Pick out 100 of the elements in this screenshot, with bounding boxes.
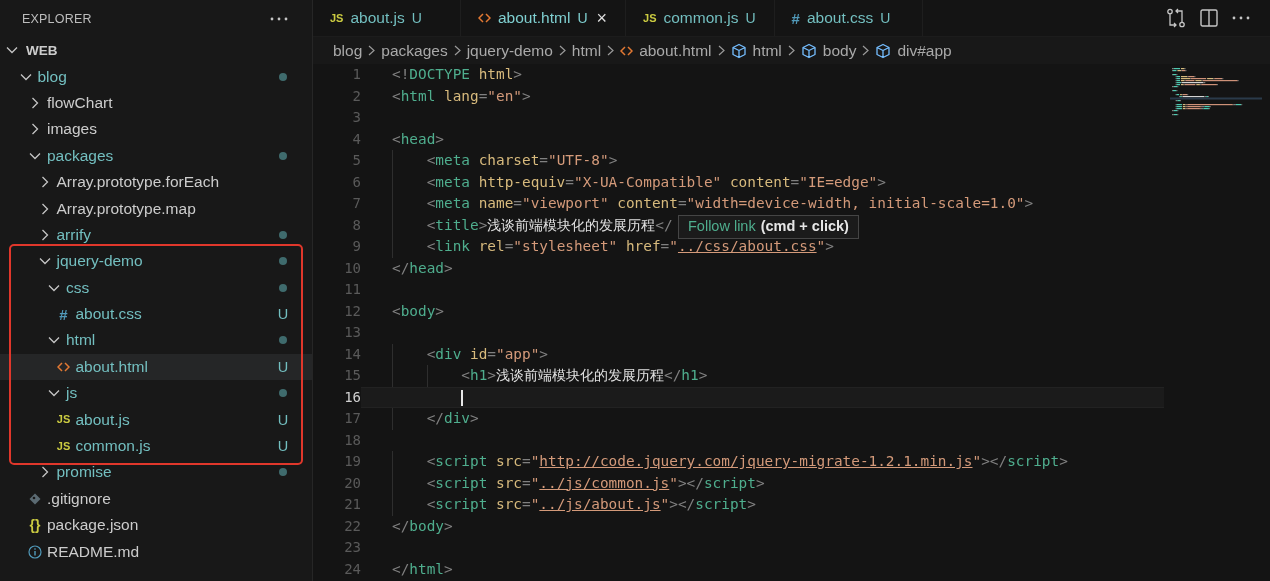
chevron-right-icon [862,45,870,56]
code-line: <div id="app"> [425,345,548,362]
code-line: <script src="../js/common.js"></script> [425,474,765,491]
folder-item[interactable]: html [0,327,312,354]
line-number: 13 [343,323,361,342]
chevron-right-icon [607,45,615,56]
folder-item[interactable]: blog [0,63,312,90]
link-text[interactable]: ../css/about.css [677,238,817,254]
code-brackets-icon [620,45,634,56]
folder-item[interactable]: promise [0,459,312,486]
chevron-down-icon [38,257,51,266]
css-file-icon: # [791,10,800,26]
link-text[interactable]: ../js/about.js [539,496,661,512]
file-item[interactable]: .gitignore [0,485,312,513]
line-number: 19 [343,452,361,471]
line-number: 15 [343,366,361,385]
chevron-right-icon [40,228,49,241]
code-line: </div> [425,410,479,426]
js-file-icon: JS [643,12,657,24]
tooltip-hint: (cmd + click) [760,216,849,236]
code-line: <body> [392,302,444,319]
chevron-right-icon [787,45,795,56]
breadcrumb-item[interactable]: html [571,41,602,60]
line-number: 22 [343,516,361,536]
git-status-label: U [277,306,289,323]
more-icon [270,16,288,21]
chevron-right-icon [31,123,39,136]
line-number: 2 [351,86,361,106]
breadcrumb-item[interactable]: body [822,41,857,60]
chevron-right-icon [717,45,725,56]
code-line: <meta charset="UTF-8"> [425,152,618,168]
breadcrumb-item[interactable]: about.html [639,41,712,60]
file-item[interactable]: JS common.js U [0,432,312,460]
chevron-right-icon [40,202,49,215]
folder-item[interactable]: images [0,116,312,143]
code-brackets-icon [57,361,70,372]
line-number: 11 [343,280,361,299]
js-file-icon: JS [56,414,71,426]
git-status-label: U [277,411,289,428]
line-number: 3 [351,108,361,127]
js-file-icon: JS [56,440,71,452]
code-line: <script src="http://code.jquery.com/jquery-migrate-1.2.1.min.js"></script> [425,453,1068,469]
code-line: <h1>浅谈前端模块化的发展历程</h1> [460,367,708,383]
file-item[interactable]: about.html U [0,353,312,381]
code-line: <!DOCTYPE html> [392,66,522,82]
folder-item[interactable]: jquery-demo [0,248,312,275]
code-brackets-icon [478,13,491,23]
folder-item[interactable]: css [0,274,312,301]
line-number: 6 [351,172,361,192]
line-number: 21 [343,495,361,514]
breadcrumb-item[interactable]: div#app [897,41,952,60]
link-text[interactable]: ../js/common.js [539,474,670,491]
breadcrumb-item[interactable]: jquery-demo [466,41,553,60]
line-number: 14 [343,344,361,364]
tree-section-header[interactable]: WEB [0,37,312,64]
file-item[interactable]: README.md [0,538,312,565]
line-number: 10 [343,258,361,278]
line-number: 18 [343,430,361,450]
panel-title: EXPLORER [22,11,92,26]
code-line: </body> [392,517,453,534]
code-line: </html> [392,560,453,577]
line-number: 5 [351,151,361,170]
code-line: <link rel="stylesheet" href="../css/about.css"> [425,238,834,254]
more-icon [1232,16,1250,20]
editor-tab[interactable]: JS common.js U [626,0,775,36]
folder-item[interactable]: Array.prototype.map [0,195,312,222]
git-status-label: U [277,438,289,455]
folder-item[interactable]: Array.prototype.forEach [0,168,312,196]
link-text[interactable]: http://code.jquery.com/jquery-migrate-1.2.1.min.js [539,453,973,469]
chevron-down-icon [48,283,60,292]
chevron-right-icon [368,45,376,56]
chevron-right-icon [40,466,49,479]
code-line: <html lang="en"> [392,87,531,104]
code-line: <meta http-equiv="X-UA-Compatible" content="IE=edge"> [425,173,886,190]
chevron-down-icon [19,72,32,81]
cube-icon [800,42,817,59]
cube-icon [730,42,747,59]
cube-icon [875,42,892,59]
folder-item[interactable]: arrify [0,221,312,249]
code-line: <head> [392,130,444,147]
line-number: 4 [351,129,361,149]
json-file-icon: {} [29,518,41,533]
file-item[interactable]: JS about.js U [0,406,312,433]
line-number: 20 [343,473,361,493]
folder-item[interactable]: packages [0,142,312,169]
split-editor-icon [1200,9,1218,27]
line-number: 16 [343,387,361,407]
line-number: 8 [351,215,361,235]
file-item[interactable]: {} package.json [0,512,312,539]
file-item[interactable]: # about.css U [0,300,312,328]
breadcrumb-item[interactable]: packages [381,41,448,60]
breadcrumb-item[interactable]: blog [333,41,363,60]
editor-tab[interactable]: # about.css U [774,0,923,36]
chevron-right-icon [558,45,566,56]
folder-item[interactable]: flowChart [0,89,312,117]
chevron-down-icon [29,151,41,160]
breadcrumb-item[interactable]: html [752,41,782,60]
chevron-down-icon [48,389,60,398]
line-number: 9 [351,237,361,256]
folder-item[interactable]: js [0,380,312,407]
